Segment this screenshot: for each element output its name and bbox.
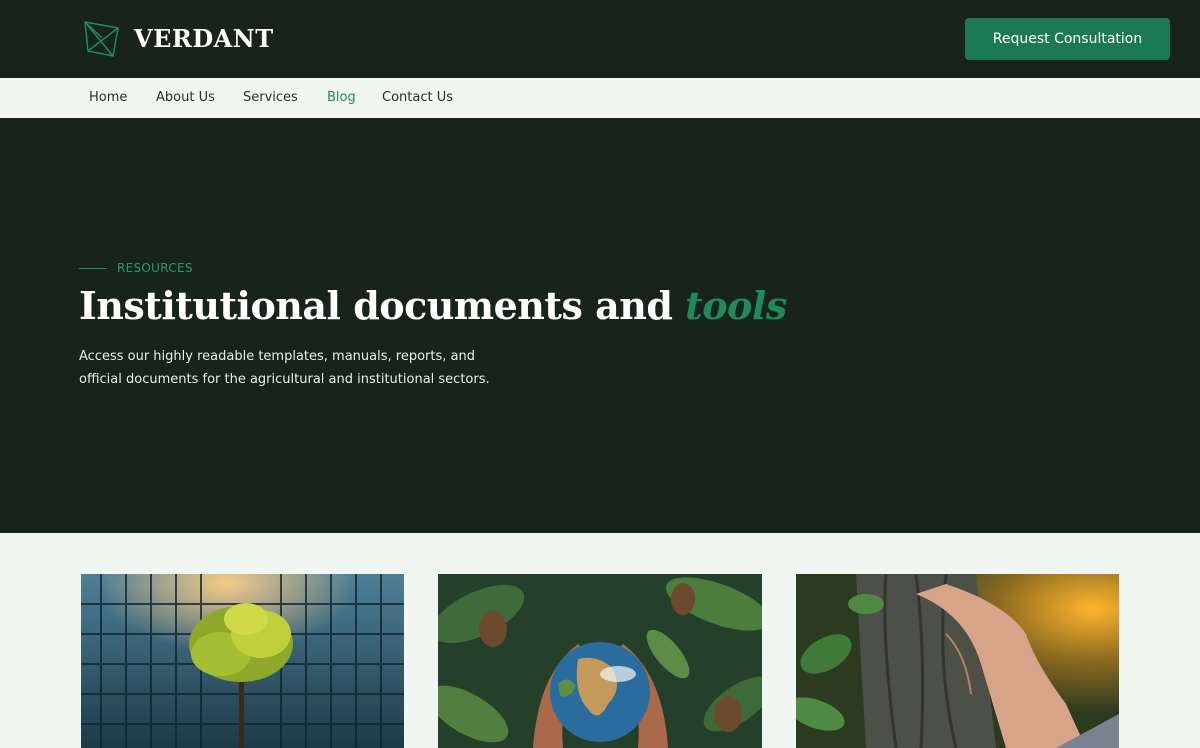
page-title-main: Institutional documents and xyxy=(79,283,686,328)
resource-card-tree-bark[interactable] xyxy=(796,574,1119,748)
nav-item-home[interactable]: Home xyxy=(89,90,127,105)
geometric-leaf-icon xyxy=(84,21,119,57)
eyebrow-label: RESOURCES xyxy=(117,261,193,275)
resource-card-tree-building[interactable] xyxy=(81,574,404,748)
hands-holding-earth-image xyxy=(438,574,762,748)
hero-section: RESOURCES Institutional documents and to… xyxy=(0,118,1200,533)
request-consultation-button[interactable]: Request Consultation xyxy=(965,18,1170,60)
hand-on-tree-bark-image xyxy=(796,574,1119,748)
nav-item-about-us[interactable]: About Us xyxy=(156,90,215,105)
brand-logo[interactable]: VERDANT xyxy=(82,18,274,58)
eyebrow: RESOURCES xyxy=(79,261,193,275)
resource-card-earth-hands[interactable] xyxy=(438,574,762,748)
main-navigation: Home About Us Services Blog Contact Us xyxy=(0,78,1200,118)
eyebrow-divider xyxy=(79,267,107,269)
top-header: VERDANT Request Consultation xyxy=(0,0,1200,78)
resource-cards xyxy=(0,533,1200,748)
nav-item-blog[interactable]: Blog xyxy=(327,90,356,105)
tree-in-glass-building-image xyxy=(81,574,404,748)
hero-description: Access our highly readable templates, ma… xyxy=(79,349,490,387)
brand-name: VERDANT xyxy=(134,23,274,53)
page-title-accent: tools xyxy=(685,283,787,328)
nav-item-contact-us[interactable]: Contact Us xyxy=(382,90,453,105)
page-title: Institutional documents and tools xyxy=(79,283,787,328)
nav-item-services[interactable]: Services xyxy=(243,90,298,105)
